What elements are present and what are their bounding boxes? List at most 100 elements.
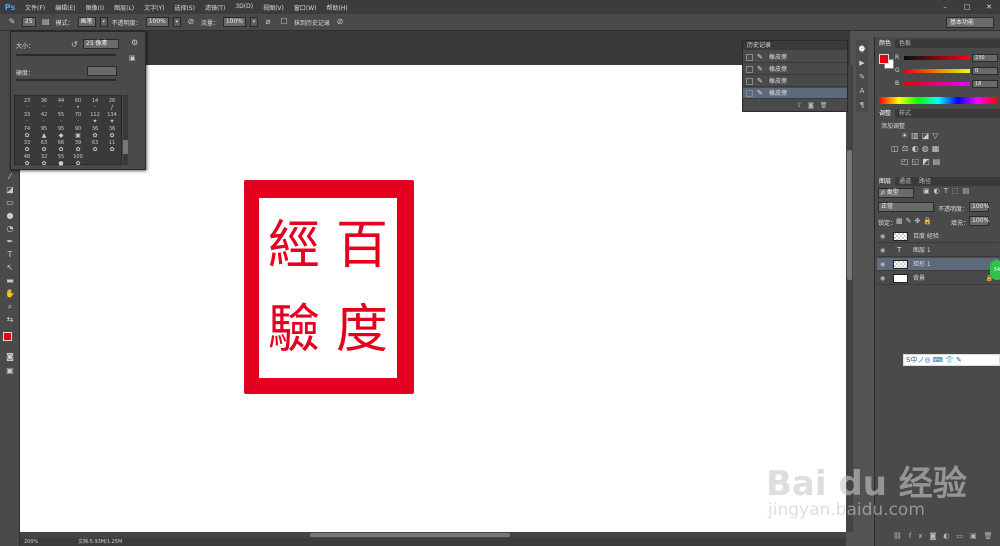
brush-preset[interactable]: 36 ✿ — [86, 126, 104, 139]
menu-item[interactable]: 文字(Y) — [139, 3, 169, 12]
paragraph-icon[interactable]: ¶ — [857, 100, 867, 110]
history-item[interactable]: ✎ 橡皮擦 — [743, 88, 847, 99]
brush-preset[interactable]: 36 ✿ — [103, 126, 121, 139]
preset-scrollbar[interactable] — [123, 95, 128, 165]
adjustment-icons-row-1[interactable]: ☀▥◪▽ — [901, 131, 941, 140]
pen-tool-icon[interactable]: ✒ — [3, 236, 17, 247]
brush-size-picker[interactable]: 25 — [22, 17, 36, 27]
brush-preset[interactable]: 95 ◆ — [52, 126, 70, 139]
tab-styles[interactable]: 样式 — [895, 109, 915, 118]
dodge-tool-icon[interactable]: ◔ — [3, 223, 17, 234]
brush-preset[interactable]: 33 · — [18, 112, 36, 125]
type-tool-icon[interactable]: T — [3, 249, 17, 260]
history-item[interactable]: ✎ 橡皮擦 — [743, 64, 847, 75]
menu-item[interactable]: 滤镜(T) — [200, 3, 230, 12]
channel-value[interactable]: 230 — [972, 54, 998, 62]
brush-preset[interactable]: 74 ✿ — [18, 126, 36, 139]
flow-field[interactable]: 100% — [222, 17, 247, 27]
new-preset-icon[interactable]: ▣ — [129, 54, 136, 62]
menu-item[interactable]: 帮助(H) — [322, 3, 353, 12]
layer-row[interactable]: ◉ T 图层 1 — [877, 244, 999, 257]
zoom-tool-icon[interactable]: ⌕ — [3, 301, 17, 312]
history-source-checkbox[interactable] — [746, 78, 753, 85]
brush-preset[interactable]: 112 ✦ — [86, 112, 104, 125]
pressure-opacity-icon[interactable]: ⊘ — [185, 16, 197, 28]
layer-row[interactable]: ◉ 百度 经验 — [877, 230, 999, 243]
foreground-color-swatch[interactable] — [3, 332, 12, 341]
vertical-scroll-thumb[interactable] — [847, 150, 852, 280]
visibility-eye-icon[interactable]: ◉ — [880, 244, 885, 257]
swap-colors-icon[interactable]: ⇆ — [3, 314, 17, 325]
history-item[interactable]: ✎ 橡皮擦 — [743, 76, 847, 87]
hardness-field[interactable] — [87, 66, 117, 76]
adjustment-icons-row-2[interactable]: ◫⚖◐◍▦ — [891, 144, 942, 153]
brush-preset[interactable]: 14 · — [86, 98, 104, 111]
character-icon[interactable]: A — [857, 86, 867, 96]
mode-select[interactable]: 画笔 — [77, 17, 96, 27]
brush-preset[interactable]: 32 ✿ — [35, 154, 53, 167]
pressure-size-icon[interactable]: ⊘ — [334, 16, 346, 28]
brush-preset[interactable]: 44 · — [52, 98, 70, 111]
brush-preset[interactable]: 39 ✿ — [69, 140, 87, 153]
layer-row[interactable]: ◉ 🔒 背景 — [877, 272, 999, 285]
brush-preset[interactable]: 33 ✿ — [18, 140, 36, 153]
brush-preset[interactable]: 36 · — [35, 98, 53, 111]
eraser-tool-icon[interactable]: ◪ — [3, 184, 17, 195]
tab-color[interactable]: 颜色 — [875, 39, 896, 48]
menu-item[interactable]: 选择(S) — [169, 3, 200, 12]
visibility-eye-icon[interactable]: ◉ — [880, 258, 885, 271]
brush-preset[interactable]: 95 ▲ — [35, 126, 53, 139]
minimize-button[interactable]: – — [934, 0, 956, 14]
tab-swatches[interactable]: 色板 — [895, 39, 915, 48]
zoom-level[interactable]: 200% — [24, 538, 38, 546]
brush-preset[interactable]: 42 · — [35, 112, 53, 125]
brush-preset[interactable]: 60 • — [69, 98, 87, 111]
erase-history-checkbox[interactable]: ☐ — [278, 16, 290, 28]
visibility-eye-icon[interactable]: ◉ — [880, 230, 885, 243]
layer-kind-filter[interactable]: ρ 类型 — [878, 188, 914, 198]
channel-slider[interactable] — [904, 69, 970, 73]
brush-preset[interactable]: 70 · — [69, 112, 87, 125]
history-source-checkbox[interactable] — [746, 90, 753, 97]
menu-item[interactable]: 窗口(W) — [289, 3, 322, 12]
adjustment-icons-row-3[interactable]: ◰◱◩▤ — [901, 157, 943, 166]
tab-channels[interactable]: 通道 — [895, 177, 915, 186]
gradient-tool-icon[interactable]: ▭ — [3, 197, 17, 208]
airbrush-icon[interactable]: ⌀ — [262, 16, 274, 28]
brush-preset[interactable]: 26/ — [103, 98, 121, 111]
menu-item[interactable]: 编辑(E) — [50, 3, 80, 12]
history-brush-tool-icon[interactable]: ⁄ — [3, 171, 17, 182]
tab-adjustments[interactable]: 调整 — [875, 109, 896, 118]
horizontal-scroll-thumb[interactable] — [310, 533, 510, 537]
reset-size-icon[interactable]: ↺ — [71, 40, 78, 49]
ime-toolbar[interactable]: S中ノ◎ ⌨ 👕 ✎ — [903, 354, 1000, 366]
channel-slider[interactable] — [904, 82, 970, 86]
quick-mask-icon[interactable]: ◙ — [3, 351, 17, 362]
layers-footer-icons[interactable]: ⛓fx◙◐▭▣🗑 — [893, 532, 1000, 540]
brush-preset[interactable]: 100 ✿ — [69, 154, 87, 167]
color-spectrum-ramp[interactable] — [879, 97, 997, 104]
brush-preset[interactable]: 66 ✿ — [52, 140, 70, 153]
visibility-eye-icon[interactable]: ◉ — [880, 272, 885, 285]
rectangle-tool-icon[interactable]: ▬ — [3, 275, 17, 286]
gear-icon[interactable]: ⚙ — [131, 38, 138, 47]
brush-preset[interactable]: 55 · — [52, 112, 70, 125]
mode-dropdown-icon[interactable]: ▾ — [99, 17, 108, 27]
history-source-checkbox[interactable] — [746, 54, 753, 61]
size-slider[interactable] — [16, 54, 116, 56]
menu-item[interactable]: 视图(V) — [258, 3, 289, 12]
history-panel-footer-icons[interactable]: ⇪◙🗑 — [797, 102, 833, 109]
color-fg-swatch[interactable] — [879, 54, 889, 64]
hand-tool-icon[interactable]: ✋ — [3, 288, 17, 299]
tab-paths[interactable]: 路径 — [915, 177, 935, 186]
lock-icons[interactable]: ▦✎✥🔒 — [896, 217, 935, 225]
brush-preset[interactable]: 23 · — [18, 98, 36, 111]
history-source-checkbox[interactable] — [746, 66, 753, 73]
screen-mode-icon[interactable]: ▣ — [3, 365, 17, 376]
eraser-tool-icon[interactable]: ✎ — [6, 16, 18, 28]
channel-value[interactable]: 0 — [972, 67, 998, 75]
brush-preset[interactable]: 90 ▣ — [69, 126, 87, 139]
brush-preset[interactable]: 48 ✿ — [18, 154, 36, 167]
layer-row[interactable]: ◉ 矩形 1 — [877, 258, 999, 271]
brush-preset[interactable]: 63 ✿ — [35, 140, 53, 153]
